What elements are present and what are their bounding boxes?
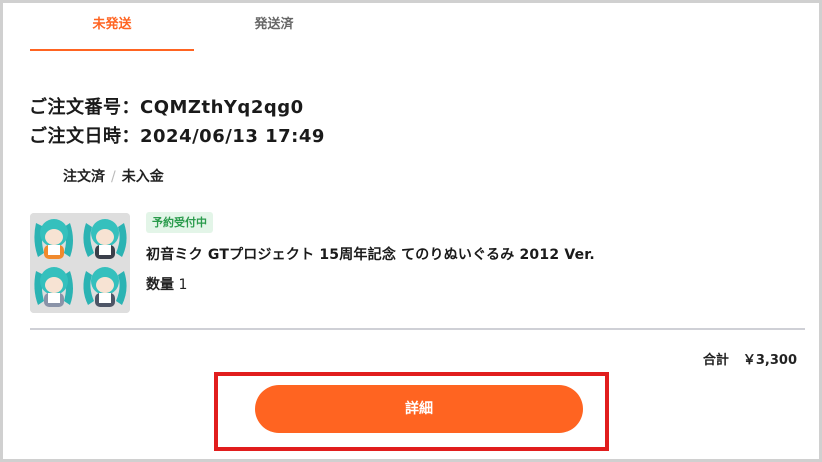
order-number: ご注文番号：CQMZthYq2qg0 bbox=[29, 97, 304, 118]
detail-button[interactable]: 詳細 bbox=[255, 385, 583, 433]
status-unpaid: 未入金 bbox=[121, 169, 164, 185]
order-status: 注文済 / 未入金 bbox=[63, 166, 164, 186]
quantity-value: 1 bbox=[178, 277, 188, 293]
total-value: ￥3,300 bbox=[742, 353, 797, 368]
tab-shipped[interactable]: 発送済 bbox=[192, 13, 356, 51]
product-thumbnail[interactable] bbox=[30, 213, 130, 313]
tab-unshipped[interactable]: 未発送 bbox=[30, 13, 194, 51]
order-card: 未発送 発送済 ご注文番号：CQMZthYq2qg0 ご注文日時：2024/06… bbox=[0, 0, 822, 462]
status-ordered: 注文済 bbox=[63, 169, 105, 185]
divider bbox=[30, 328, 805, 330]
total-label: 合計 bbox=[702, 353, 729, 368]
order-tabs: 未発送 発送済 bbox=[27, 3, 807, 51]
product-quantity: 数量 1 bbox=[146, 274, 187, 294]
preorder-badge: 予約受付中 bbox=[146, 212, 213, 233]
order-total: 合計 ￥3,300 bbox=[703, 349, 797, 368]
product-image bbox=[30, 213, 130, 313]
order-date: ご注文日時：2024/06/13 17:49 bbox=[29, 126, 325, 147]
product-name[interactable]: 初音ミク GTプロジェクト 15周年記念 てのりぬいぐるみ 2012 Ver. bbox=[146, 244, 595, 264]
status-separator: / bbox=[111, 169, 116, 185]
quantity-label: 数量 bbox=[146, 277, 174, 293]
